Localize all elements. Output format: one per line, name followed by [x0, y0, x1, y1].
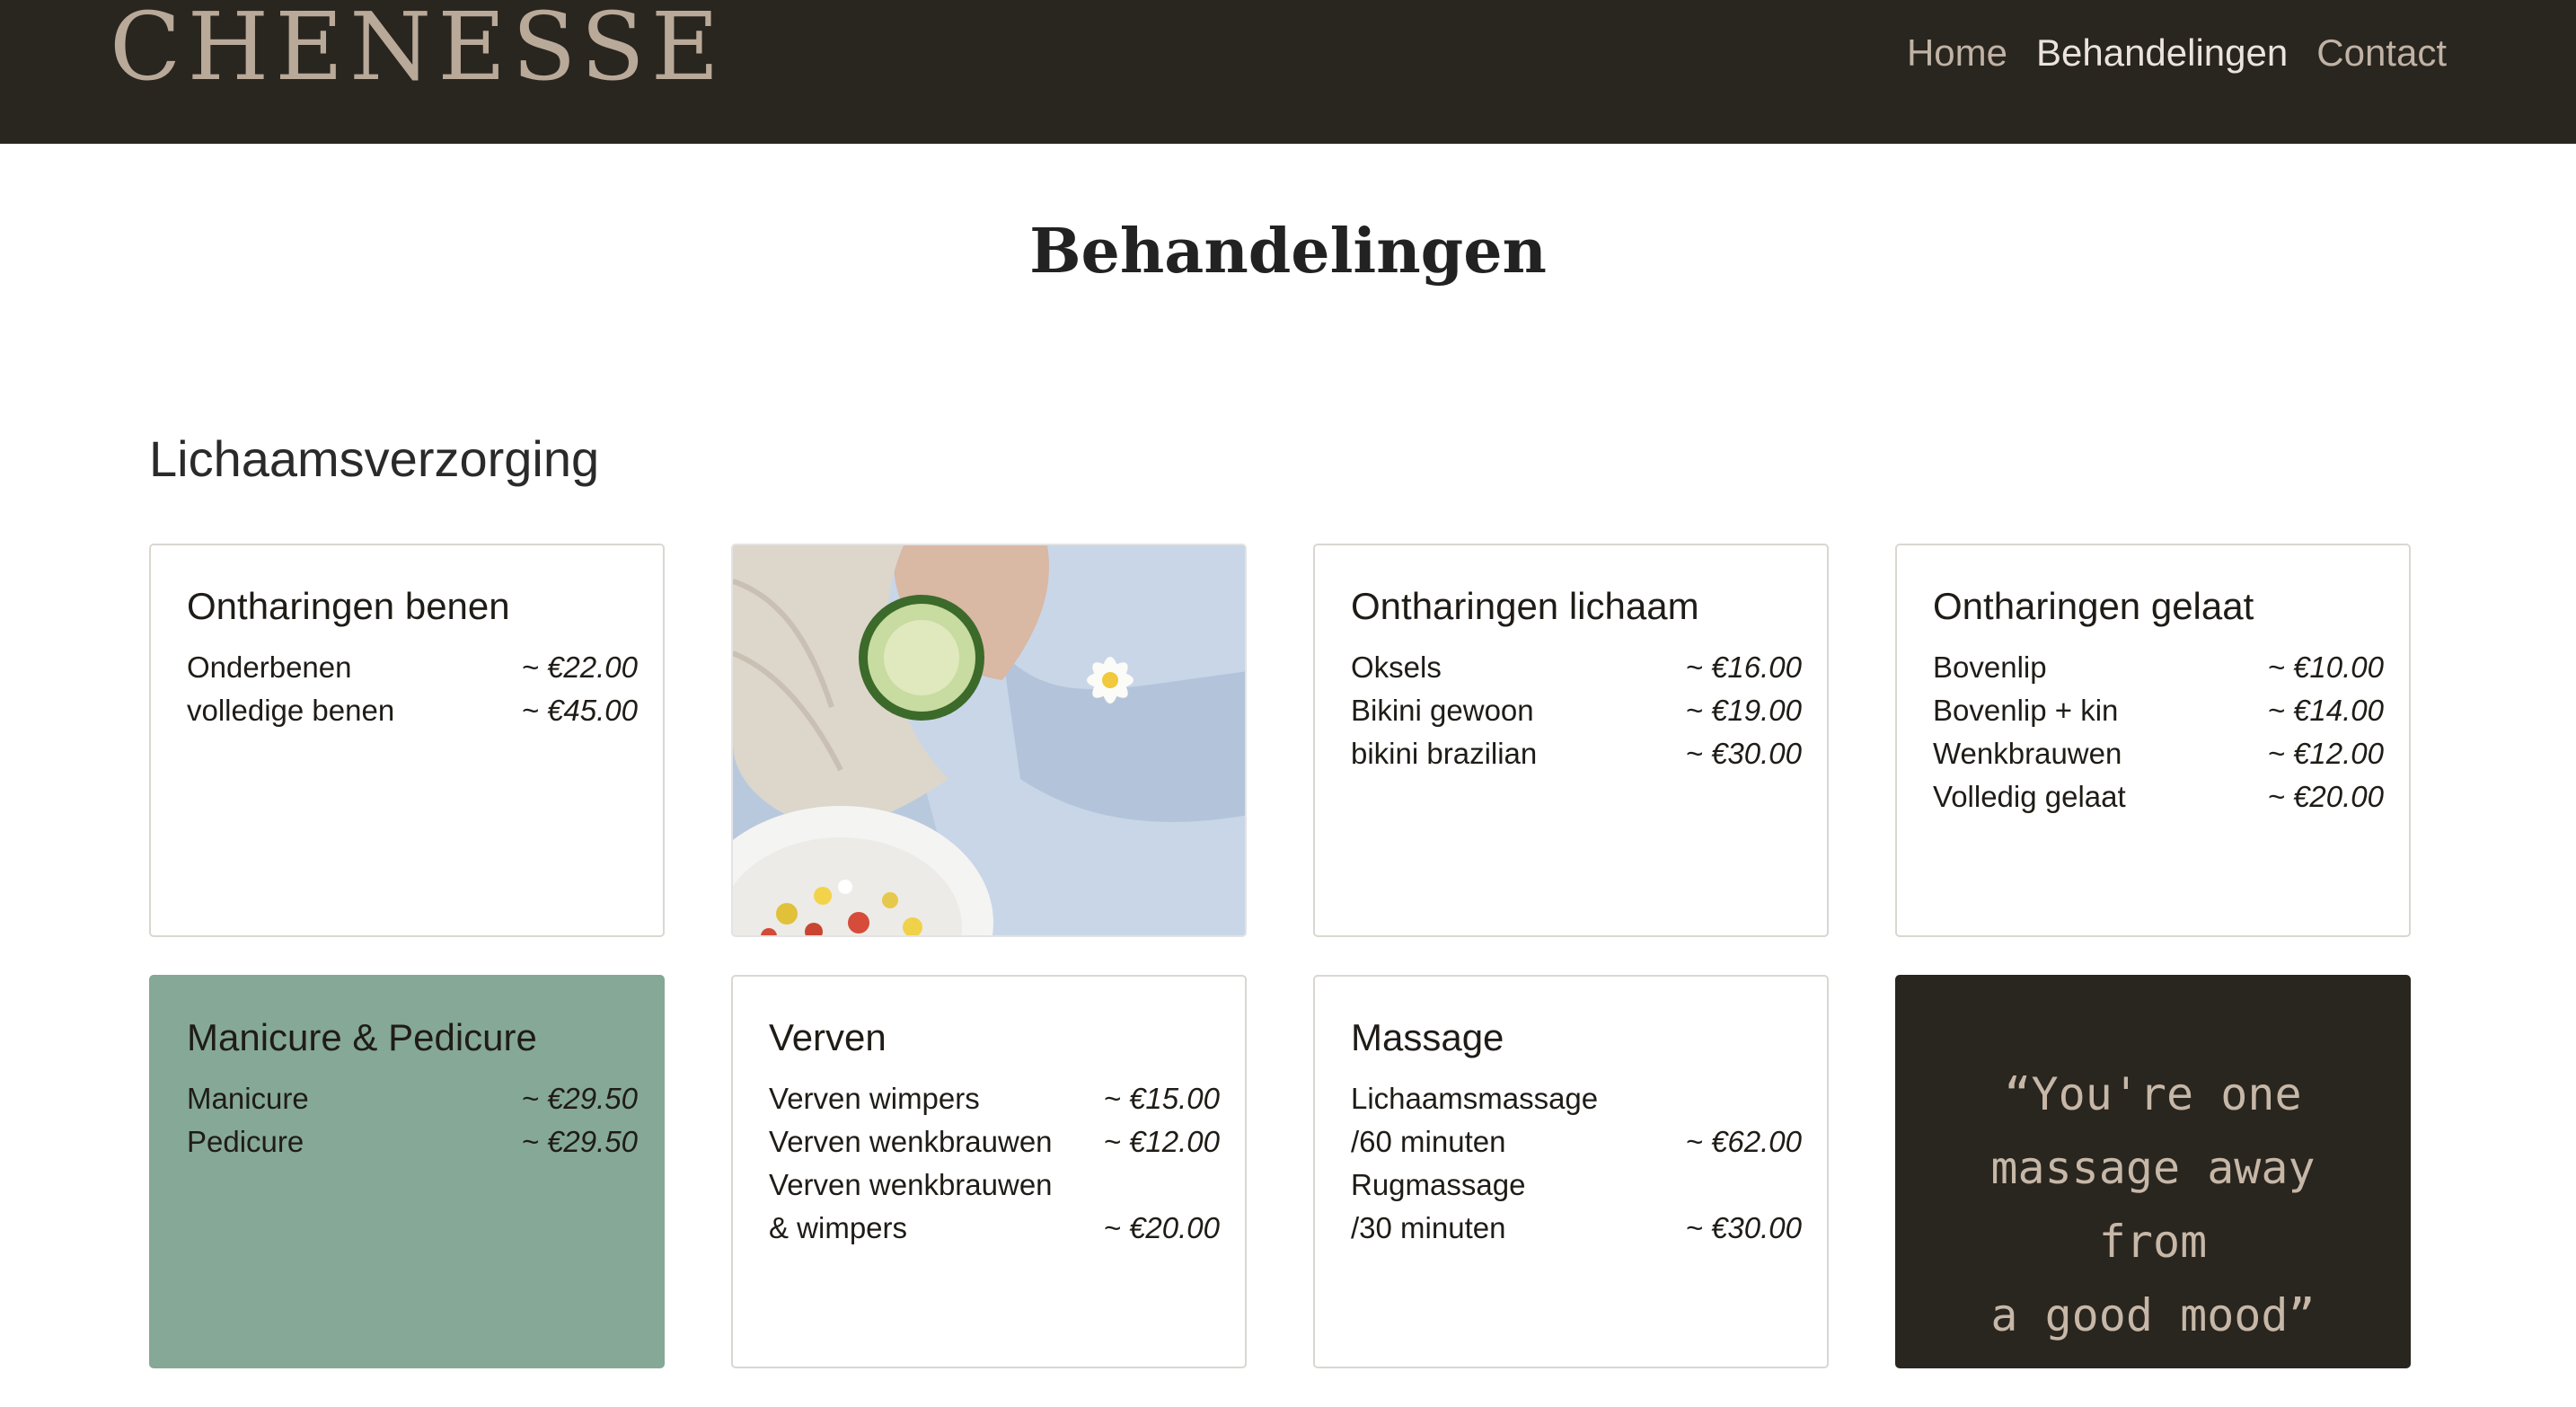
- price-row: Bovenlip + kin ~ €14.00: [1933, 689, 2384, 732]
- price-row: Oksels ~ €16.00: [1351, 646, 1802, 689]
- treatment-price: ~ €45.00: [521, 694, 638, 727]
- card-title: Manicure & Pedicure: [187, 1016, 537, 1058]
- price-row: Verven wenkbrauwen ~ €12.00: [769, 1120, 1220, 1164]
- site-header: CHENESSE Home Behandelingen Contact: [0, 0, 2576, 144]
- treatment-price: ~ €15.00: [1103, 1082, 1220, 1115]
- nav-contact[interactable]: Contact: [2316, 31, 2447, 75]
- card-ontharingen-lichaam: Ontharingen lichaam Oksels ~ €16.00 Biki…: [1313, 544, 1829, 937]
- treatment-price: ~ €30.00: [1685, 737, 1802, 770]
- price-row: Onderbenen ~ €22.00: [187, 646, 638, 689]
- section-title: Lichaamsverzorging: [149, 430, 600, 487]
- treatment-name: Pedicure: [187, 1125, 304, 1158]
- quote-line: a good mood”: [1990, 1289, 2316, 1341]
- price-row: /60 minuten ~ €62.00: [1351, 1120, 1802, 1164]
- quote-text: “You're one massage away from a good moo…: [1897, 1057, 2409, 1352]
- site-logo[interactable]: CHENESSE: [110, 0, 726, 93]
- price-row: Verven wenkbrauwen: [769, 1164, 1220, 1207]
- treatment-name: Bikini gewoon: [1351, 694, 1534, 727]
- price-row: Pedicure ~ €29.50: [187, 1120, 638, 1164]
- treatment-name: /60 minuten: [1351, 1125, 1506, 1158]
- price-row: /30 minuten ~ €30.00: [1351, 1207, 1802, 1250]
- price-row: Lichaamsmassage: [1351, 1077, 1802, 1120]
- card-title: Ontharingen lichaam: [1351, 585, 1699, 627]
- price-row: volledige benen ~ €45.00: [187, 689, 638, 732]
- price-row: Verven wimpers ~ €15.00: [769, 1077, 1220, 1120]
- treatment-price: ~ €10.00: [2267, 650, 2384, 684]
- price-list: Onderbenen ~ €22.00 volledige benen ~ €4…: [187, 646, 638, 732]
- card-massage: Massage Lichaamsmassage /60 minuten ~ €6…: [1313, 975, 1829, 1368]
- price-row: Volledig gelaat ~ €20.00: [1933, 775, 2384, 819]
- treatment-price: ~ €29.50: [521, 1082, 638, 1115]
- treatment-price: ~ €22.00: [521, 650, 638, 684]
- treatment-name: Bovenlip: [1933, 650, 2047, 684]
- card-ontharingen-gelaat: Ontharingen gelaat Bovenlip ~ €10.00 Bov…: [1895, 544, 2411, 937]
- card-title: Ontharingen benen: [187, 585, 510, 627]
- treatment-name: Wenkbrauwen: [1933, 737, 2122, 770]
- treatment-name: Verven wenkbrauwen: [769, 1125, 1053, 1158]
- treatment-name: Volledig gelaat: [1933, 780, 2126, 813]
- card-ontharingen-benen: Ontharingen benen Onderbenen ~ €22.00 vo…: [149, 544, 665, 937]
- quote-line: massage away from: [1990, 1142, 2316, 1268]
- card-verven: Verven Verven wimpers ~ €15.00 Verven we…: [731, 975, 1247, 1368]
- treatment-price: ~ €12.00: [1103, 1125, 1220, 1158]
- price-row: Bikini gewoon ~ €19.00: [1351, 689, 1802, 732]
- price-list: Verven wimpers ~ €15.00 Verven wenkbrauw…: [769, 1077, 1220, 1250]
- treatment-name: volledige benen: [187, 694, 395, 727]
- quote-line: “You're one: [2004, 1068, 2302, 1120]
- treatment-price: ~ €20.00: [2267, 780, 2384, 813]
- price-row: bikini brazilian ~ €30.00: [1351, 732, 1802, 775]
- price-list: Manicure ~ €29.50 Pedicure ~ €29.50: [187, 1077, 638, 1164]
- price-list: Bovenlip ~ €10.00 Bovenlip + kin ~ €14.0…: [1933, 646, 2384, 819]
- price-list: Lichaamsmassage /60 minuten ~ €62.00 Rug…: [1351, 1077, 1802, 1250]
- card-title: Massage: [1351, 1016, 1504, 1058]
- price-row: Manicure ~ €29.50: [187, 1077, 638, 1120]
- spa-photo: [731, 544, 1247, 937]
- main-nav: Home Behandelingen Contact: [1907, 31, 2447, 75]
- treatment-name: Manicure: [187, 1082, 309, 1115]
- price-row: Rugmassage: [1351, 1164, 1802, 1207]
- spa-photo-image: [733, 545, 1245, 935]
- treatment-price: ~ €16.00: [1685, 650, 1802, 684]
- treatment-name: Verven wimpers: [769, 1082, 980, 1115]
- treatment-name: Verven wenkbrauwen: [769, 1168, 1053, 1201]
- treatment-name: & wimpers: [769, 1211, 908, 1244]
- treatment-name: /30 minuten: [1351, 1211, 1506, 1244]
- page-title: Behandelingen: [1029, 216, 1547, 288]
- price-list: Oksels ~ €16.00 Bikini gewoon ~ €19.00 b…: [1351, 646, 1802, 775]
- card-manicure-pedicure: Manicure & Pedicure Manicure ~ €29.50 Pe…: [149, 975, 665, 1368]
- treatment-price: ~ €12.00: [2267, 737, 2384, 770]
- price-row: Bovenlip ~ €10.00: [1933, 646, 2384, 689]
- nav-home[interactable]: Home: [1907, 31, 2007, 75]
- card-title: Ontharingen gelaat: [1933, 585, 2254, 627]
- treatment-price: ~ €14.00: [2267, 694, 2384, 727]
- card-title: Verven: [769, 1016, 887, 1058]
- treatment-name: bikini brazilian: [1351, 737, 1538, 770]
- price-row: & wimpers ~ €20.00: [769, 1207, 1220, 1250]
- treatment-name: Bovenlip + kin: [1933, 694, 2119, 727]
- nav-behandelingen[interactable]: Behandelingen: [2036, 31, 2288, 75]
- treatment-price: ~ €19.00: [1685, 694, 1802, 727]
- treatment-price: ~ €29.50: [521, 1125, 638, 1158]
- treatment-price: ~ €30.00: [1685, 1211, 1802, 1244]
- quote-card: “You're one massage away from a good moo…: [1895, 975, 2411, 1368]
- treatment-name: Oksels: [1351, 650, 1442, 684]
- price-row: Wenkbrauwen ~ €12.00: [1933, 732, 2384, 775]
- treatment-price: ~ €20.00: [1103, 1211, 1220, 1244]
- treatment-name: Lichaamsmassage: [1351, 1082, 1599, 1115]
- treatment-name: Rugmassage: [1351, 1168, 1526, 1201]
- treatment-name: Onderbenen: [187, 650, 352, 684]
- treatment-price: ~ €62.00: [1685, 1125, 1802, 1158]
